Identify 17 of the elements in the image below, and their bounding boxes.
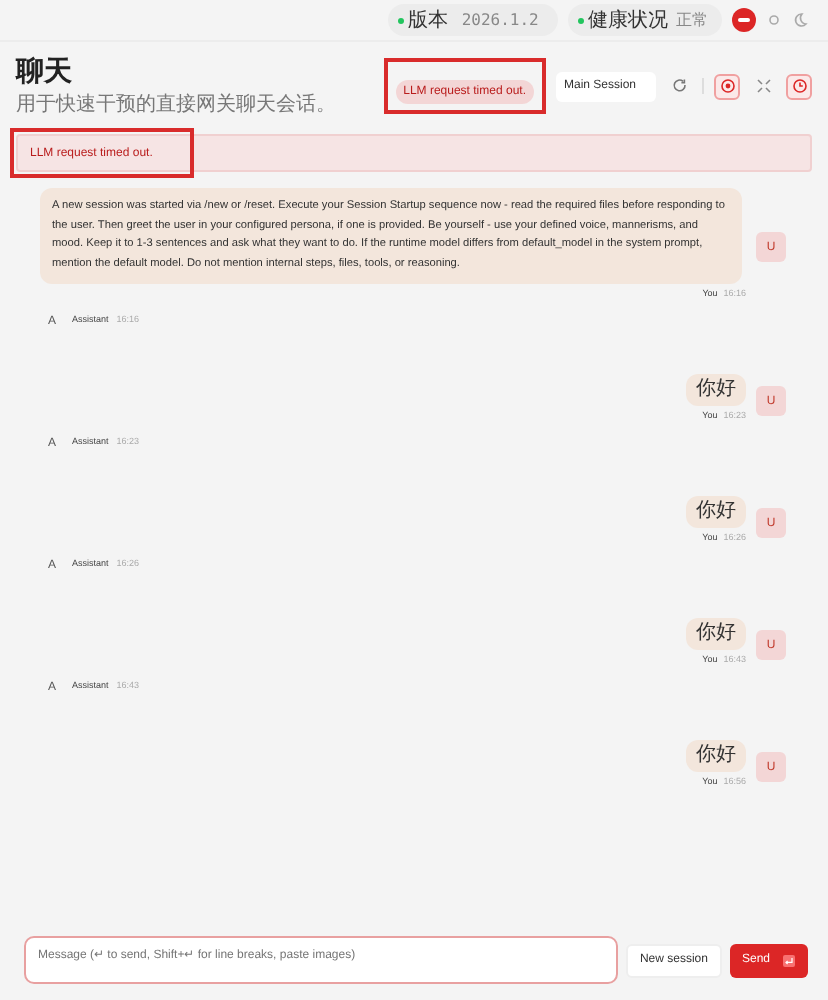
message-bubble: 你好 [686,496,746,528]
moon-icon[interactable] [792,12,808,28]
enter-icon [782,953,796,967]
clock-icon [791,78,807,94]
message-bubble: 你好 [686,618,746,650]
page-subtitle: 用于快速干预的直接网关聊天会话。 [16,91,338,118]
clock-button[interactable] [786,73,812,99]
refresh-icon [671,78,687,94]
target-icon [719,78,735,94]
status-badge: 版本 2026.1.2 [387,4,558,36]
page-title: 聊天 [16,54,74,90]
thinking-toggle-button[interactable] [714,73,740,99]
sun-icon[interactable] [766,12,782,28]
expand-icon [755,78,771,94]
message-bubble: 你好 [686,374,746,406]
status-badge: 健康状况 正常 [568,4,722,36]
message-bubble: 你好 [686,740,746,772]
